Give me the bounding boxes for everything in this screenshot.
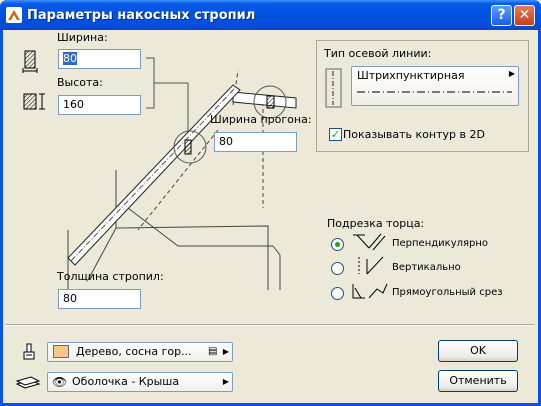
end-cut-rectangular-radio[interactable] — [331, 287, 344, 300]
popup-arrow-icon: ▶ — [222, 347, 229, 356]
close-button[interactable]: ✕ — [514, 5, 535, 26]
purlin-width-label: Ширина прогона: — [210, 113, 312, 126]
rafter-thickness-input[interactable]: 80 — [58, 289, 141, 309]
dialog-body: Ширина: 80 Высота: 160 Ширина прогона: 8… — [3, 30, 538, 403]
line-pattern-sample — [357, 91, 512, 93]
cancel-button[interactable]: Отменить — [438, 370, 518, 392]
line-type-value: Штрихпунктирная — [357, 69, 465, 82]
material-name: Дерево, сосна гор... — [76, 345, 192, 358]
rafter-thickness-label: Толщина стропил: — [57, 270, 164, 283]
end-cut-perpendicular-label: Перпендикулярно — [392, 238, 489, 249]
material-brush-icon — [23, 343, 35, 360]
material-swatch — [53, 345, 69, 358]
archicad-app-icon — [6, 7, 22, 23]
end-cut-label: Подрезка торца: — [327, 217, 425, 230]
eye-icon: 👁 — [52, 375, 68, 389]
layers-icon — [15, 376, 41, 389]
end-cut-vertical-label: Вертикально — [392, 262, 461, 273]
end-cut-rectangular-label: Прямоугольный срез — [392, 287, 503, 298]
axis-line-type-label: Тип осевой линии: — [324, 47, 432, 60]
material-selector[interactable]: Дерево, сосна гор... ▤ ▶ — [47, 342, 233, 362]
rafter-preview-diagram — [67, 57, 297, 290]
popup-arrow-icon: ▶ — [222, 377, 229, 386]
end-cut-perpendicular-radio[interactable] — [331, 238, 344, 251]
axis-line-preview-icon — [325, 68, 342, 108]
material-doc-icon: ▤ — [208, 346, 218, 357]
help-button[interactable]: ? — [491, 5, 512, 26]
width-label: Ширина: — [57, 31, 108, 44]
popup-arrow-icon: ▶ — [508, 69, 515, 78]
ok-button[interactable]: OK — [438, 340, 518, 362]
title-bar[interactable]: Параметры накосных стропил ? ✕ — [0, 0, 541, 30]
perpendicular-cut-icon — [353, 233, 386, 251]
purlin-width-input[interactable]: 80 — [214, 132, 297, 152]
end-cut-vertical-radio[interactable] — [331, 262, 344, 275]
show-contour-checkbox[interactable]: ✓ — [329, 128, 342, 141]
rectangular-cut-icon — [352, 283, 388, 299]
line-type-selector[interactable]: Штрихпунктирная ▶ — [351, 66, 519, 106]
show-contour-label: Показывать контур в 2D — [343, 128, 485, 141]
layer-selector[interactable]: 👁 Оболочка - Крыша ▶ — [47, 372, 233, 392]
layer-name: Оболочка - Крыша — [72, 375, 180, 388]
window-title: Параметры накосных стропил — [27, 8, 256, 23]
bottom-separator — [6, 324, 534, 326]
height-dimension-icon — [23, 93, 45, 110]
vertical-cut-icon — [358, 256, 384, 275]
width-dimension-icon — [22, 50, 38, 73]
dialog-window: Параметры накосных стропил ? ✕ Ширина: 8… — [0, 0, 541, 406]
